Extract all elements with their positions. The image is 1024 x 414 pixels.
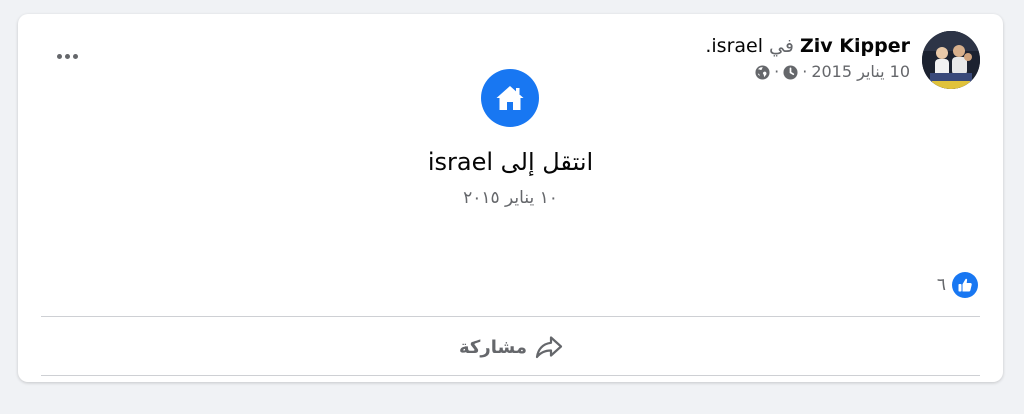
clock-icon [783, 64, 798, 80]
separator-dot: · [802, 62, 808, 81]
in-text: في [769, 35, 794, 57]
post-header-line: Ziv Kipper في israel. [705, 34, 910, 58]
thumbs-up-glyph [958, 278, 972, 292]
divider [41, 316, 980, 317]
post-header: Ziv Kipper في israel. 10 يناير 2015 · · [705, 34, 910, 82]
post-meta: 10 يناير 2015 · · [705, 62, 910, 82]
share-arrow-icon [535, 336, 563, 359]
place-link[interactable]: israel. [705, 35, 763, 57]
like-icon [952, 272, 978, 298]
more-options-button[interactable] [52, 44, 82, 68]
home-glyph [496, 86, 524, 110]
separator-dot: · [774, 62, 780, 81]
reaction-count: ٦ [936, 275, 946, 295]
divider [41, 375, 980, 376]
author-name-link[interactable]: Ziv Kipper [800, 35, 910, 57]
post-card: Ziv Kipper في israel. 10 يناير 2015 · · … [18, 14, 1003, 382]
post-date-link[interactable]: 10 يناير 2015 [811, 62, 910, 82]
home-icon [481, 69, 539, 127]
more-dot [72, 53, 78, 59]
share-button[interactable]: مشاركة [448, 329, 574, 365]
avatar-image [922, 31, 980, 89]
reactions-summary[interactable]: ٦ [937, 272, 978, 298]
share-label: مشاركة [459, 336, 527, 358]
more-dot [64, 53, 70, 59]
avatar[interactable] [922, 31, 980, 89]
globe-icon[interactable] [755, 64, 770, 80]
life-event-title: انتقل إلى israel [427, 148, 594, 176]
more-dot [56, 53, 62, 59]
life-event-date: ١٠ يناير ٢٠١٥ [463, 188, 558, 208]
